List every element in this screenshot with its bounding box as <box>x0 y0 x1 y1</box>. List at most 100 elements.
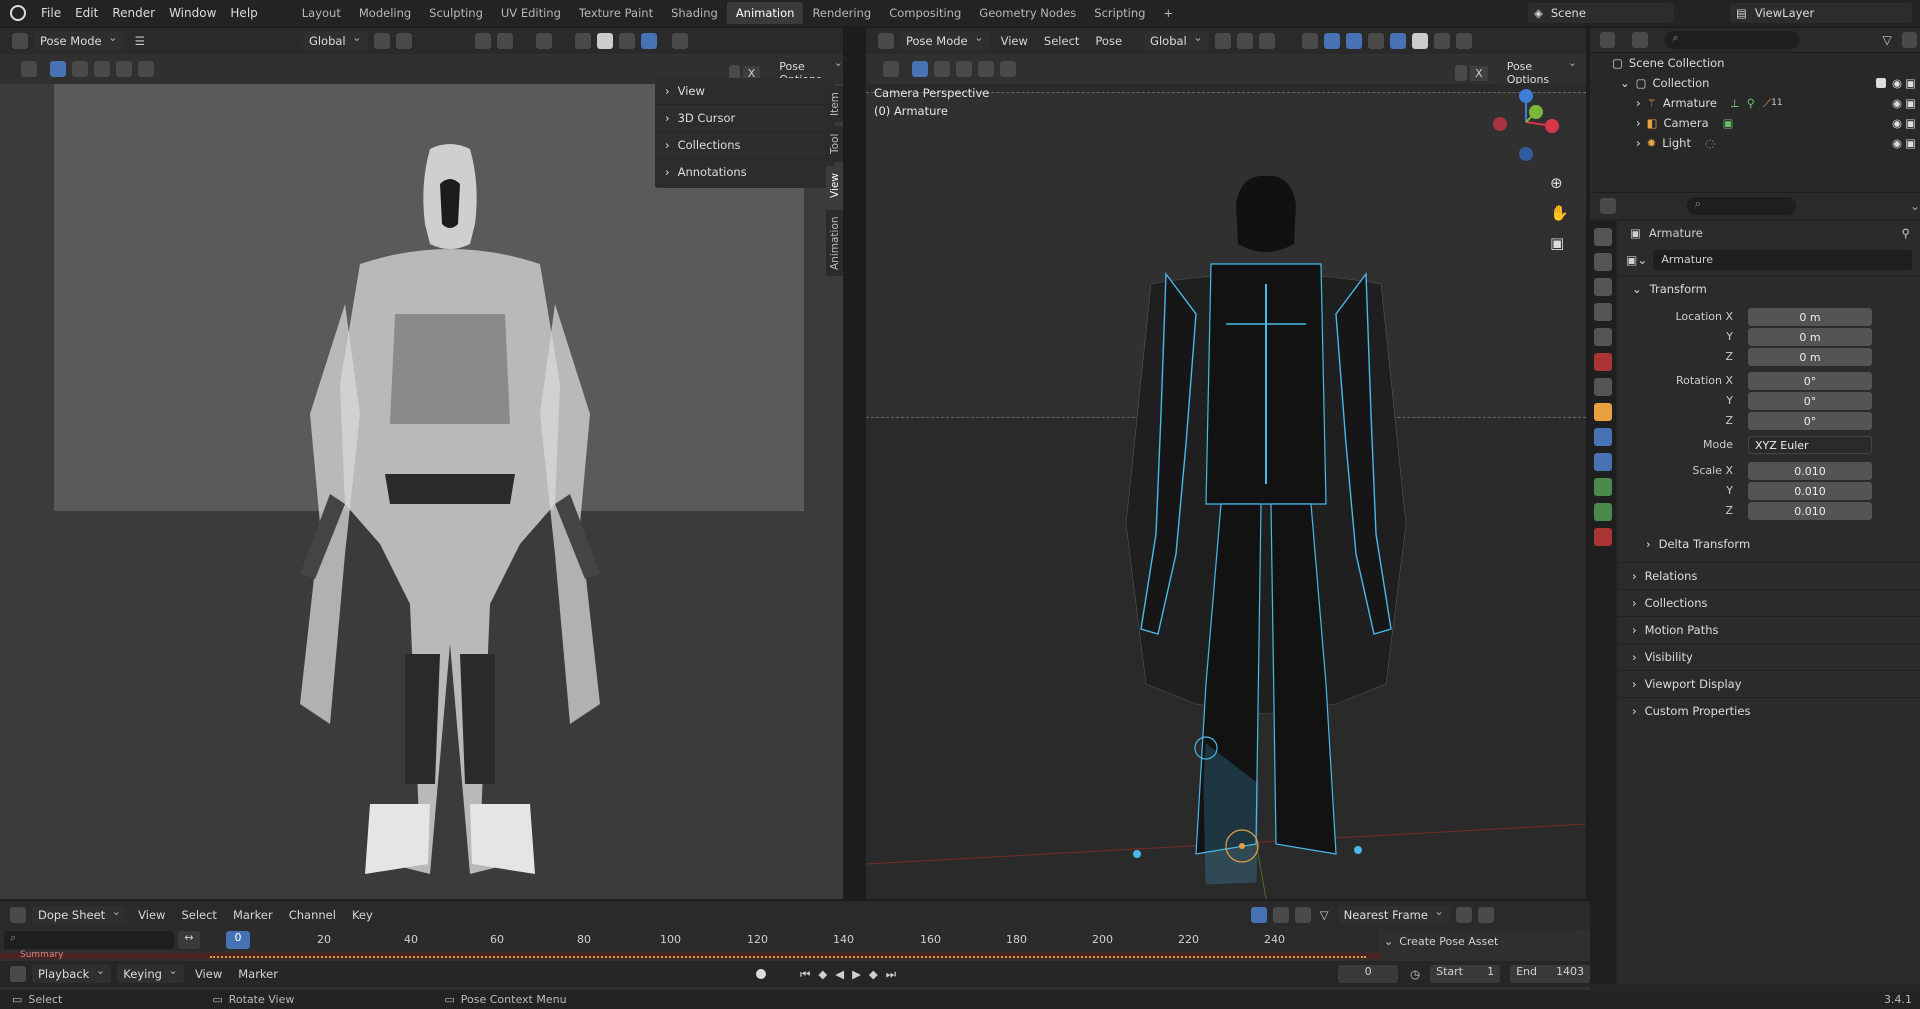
select-tool-icon[interactable] <box>21 61 37 77</box>
menu-file[interactable]: File <box>34 6 68 20</box>
rotation-y-field[interactable]: 0° <box>1748 392 1872 410</box>
mirror-icon[interactable] <box>1455 65 1468 81</box>
transform-section-header[interactable]: ⌄ Transform <box>1618 275 1920 302</box>
menu-help[interactable]: Help <box>223 6 264 20</box>
tool-tab-icon[interactable] <box>1594 228 1612 246</box>
pin-icon[interactable]: ⚲ <box>1902 226 1910 240</box>
timeline-menu-marker[interactable]: Marker <box>230 965 286 983</box>
select-mode-extend-icon[interactable] <box>934 61 950 77</box>
pivot-icon[interactable] <box>373 33 390 49</box>
solid-shading-icon[interactable] <box>1411 33 1428 49</box>
snap-mode-dropdown[interactable]: Nearest Frame <box>1337 904 1450 924</box>
hamburger-icon[interactable]: ☰ <box>135 34 145 48</box>
visibility-section[interactable]: › Visibility <box>1618 643 1920 670</box>
tab-geometry-nodes[interactable]: Geometry Nodes <box>970 2 1085 24</box>
material-shading-icon[interactable] <box>618 33 635 49</box>
editor-type-icon[interactable] <box>878 33 894 49</box>
collections-section[interactable]: › Collections <box>1618 589 1920 616</box>
frame-start-field[interactable]: Start 1 <box>1430 965 1501 983</box>
dopesheet-menu-key[interactable]: Key <box>344 906 381 924</box>
eye-icon[interactable]: ◉ <box>1892 136 1902 150</box>
x-mirror-toggle[interactable]: X <box>1470 65 1488 81</box>
blender-logo-icon[interactable] <box>10 5 26 21</box>
scene-selector[interactable]: ◈ Scene <box>1528 3 1674 23</box>
properties-search-input[interactable]: ⌕ <box>1686 197 1796 215</box>
play-icon[interactable]: ▶ <box>852 967 861 981</box>
select-tool-icon[interactable] <box>883 61 899 77</box>
proportional-edit-icon[interactable] <box>1455 907 1472 923</box>
scale-x-field[interactable]: 0.010 <box>1748 462 1872 480</box>
scale-y-field[interactable]: 0.010 <box>1748 482 1872 500</box>
location-y-field[interactable]: 0 m <box>1748 328 1872 346</box>
current-frame-field[interactable]: 0 <box>1338 965 1399 983</box>
outliner-scene-collection[interactable]: ▢ Scene Collection <box>1590 53 1920 73</box>
next-keyframe-icon[interactable]: ◆ <box>869 967 878 981</box>
swap-icon[interactable]: ↔ <box>178 931 200 949</box>
menu-window[interactable]: Window <box>162 6 223 20</box>
pivot-icon[interactable] <box>1214 33 1231 49</box>
collection-tab-icon[interactable] <box>1594 378 1612 396</box>
motion-paths-section[interactable]: › Motion Paths <box>1618 616 1920 643</box>
custom-properties-section[interactable]: › Custom Properties <box>1618 697 1920 724</box>
proportional-icon[interactable] <box>474 33 491 49</box>
npanel-view[interactable]: › View <box>655 78 835 105</box>
add-workspace-icon[interactable]: + <box>1154 2 1182 24</box>
playback-dropdown[interactable]: Playback <box>31 963 112 983</box>
tab-animation[interactable]: Animation <box>726 2 804 24</box>
editor-type-icon[interactable] <box>12 33 28 49</box>
viewport-display-section[interactable]: › Viewport Display <box>1618 670 1920 697</box>
left-mode-dropdown[interactable]: Pose Mode <box>34 30 124 50</box>
view-layer-tab-icon[interactable] <box>1594 303 1612 321</box>
chevron-down-icon[interactable]: ⌄ <box>1910 199 1920 213</box>
outliner-item-camera[interactable]: › ◧ Camera ▣ ◉ ▣ <box>1590 113 1920 133</box>
render-camera-icon[interactable]: ▣ <box>1905 116 1916 130</box>
only-selected-icon[interactable] <box>1250 907 1267 923</box>
proportional-icon[interactable] <box>1258 33 1275 49</box>
wireframe-shading-icon[interactable] <box>1389 33 1406 49</box>
frame-ruler[interactable]: ⌕ ↔ 0 20 40 60 80 100 120 140 160 180 20… <box>0 929 1380 951</box>
dopesheet-mode-dropdown[interactable]: Dope Sheet <box>32 904 128 924</box>
tab-scripting[interactable]: Scripting <box>1085 2 1154 24</box>
menu-select[interactable]: Select <box>1036 32 1087 50</box>
tab-texture-paint[interactable]: Texture Paint <box>570 2 662 24</box>
world-tab-icon[interactable] <box>1594 353 1612 371</box>
output-tab-icon[interactable] <box>1594 278 1612 296</box>
select-mode-extend-icon[interactable] <box>72 61 88 77</box>
current-frame-indicator[interactable]: 0 <box>226 931 250 949</box>
rendered-shading-icon[interactable] <box>1455 33 1472 49</box>
menu-render[interactable]: Render <box>105 6 162 20</box>
gizmo-icon[interactable] <box>1323 33 1340 49</box>
bone-tab-icon[interactable] <box>1594 503 1612 521</box>
outliner-item-light[interactable]: › ✹ Light ◌ ◉ ▣ <box>1590 133 1920 153</box>
eye-icon[interactable]: ◉ <box>1892 96 1902 110</box>
render-tab-icon[interactable] <box>1594 253 1612 271</box>
scale-z-field[interactable]: 0.010 <box>1748 502 1872 520</box>
new-collection-icon[interactable] <box>1901 32 1917 48</box>
select-mode-subtract-icon[interactable] <box>94 61 110 77</box>
outliner-collection[interactable]: ⌄ ▢ Collection ◉ ▣ <box>1590 73 1920 93</box>
modifier-tab-icon[interactable] <box>1594 428 1612 446</box>
play-reverse-icon[interactable]: ◀ <box>835 967 844 981</box>
keying-dropdown[interactable]: Keying <box>117 963 184 983</box>
xray-icon[interactable] <box>535 33 552 49</box>
dopesheet-menu-marker[interactable]: Marker <box>225 906 281 924</box>
rendered-shading-icon[interactable] <box>640 33 657 49</box>
display-mode-icon[interactable] <box>1632 32 1648 48</box>
tab-compositing[interactable]: Compositing <box>880 2 970 24</box>
delta-transform-section[interactable]: › Delta Transform <box>1632 530 1920 557</box>
npanel-tab-view[interactable]: View <box>826 166 843 206</box>
view-layer-selector[interactable]: ▤ ViewLayer <box>1730 3 1912 23</box>
frame-end-field[interactable]: End 1403 <box>1510 965 1590 983</box>
editor-type-icon[interactable] <box>1600 32 1616 48</box>
object-tab-icon[interactable] <box>1594 403 1612 421</box>
timeline-menu-view[interactable]: View <box>187 965 230 983</box>
prev-keyframe-icon[interactable]: ◆ <box>818 967 827 981</box>
outliner-search-input[interactable]: ⌕ <box>1664 31 1799 49</box>
select-mode-new-icon[interactable] <box>50 61 66 77</box>
select-mode-new-icon[interactable] <box>912 61 928 77</box>
snap-icon[interactable] <box>395 33 412 49</box>
pan-hand-icon[interactable]: ✋ <box>1550 204 1569 222</box>
tab-uv-editing[interactable]: UV Editing <box>492 2 570 24</box>
right-viewport-canvas[interactable]: ⊕ ✋ ▣ <box>866 84 1586 899</box>
jump-start-icon[interactable]: ⏮ <box>800 967 810 982</box>
